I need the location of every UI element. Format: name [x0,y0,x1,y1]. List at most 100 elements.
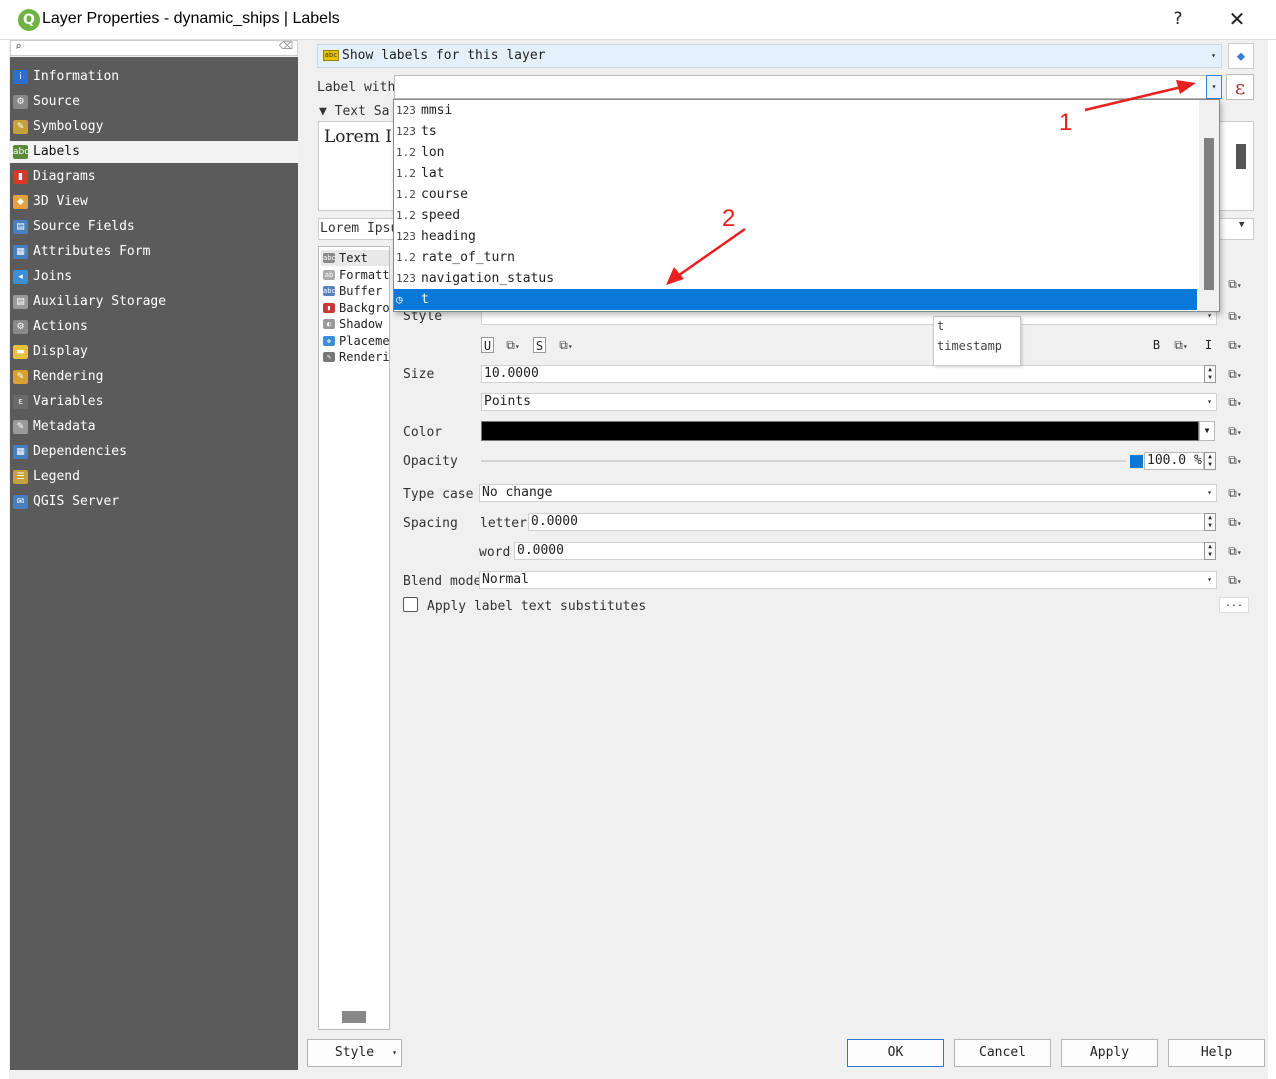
field-type-icon: 123 [396,104,416,117]
bold-button[interactable]: B [1150,337,1163,353]
joins-icon: ◂ [13,270,28,284]
opacity-spinbox[interactable]: 100.0 % [1144,452,1204,470]
sidebar-item-3d-view[interactable]: ◆ 3D View [10,191,298,213]
chevron-down-icon[interactable]: ▼ [1239,220,1244,230]
data-defined-override-icon[interactable]: ⧉ [1224,513,1246,531]
help-button[interactable]: Help [1168,1039,1265,1067]
size-unit-select[interactable]: Points ▾ [481,393,1217,411]
tab-backgro[interactable]: ▮ Backgro [321,300,390,316]
tab-shadow[interactable]: ◐ Shadow [321,316,389,332]
tab-list-scrollbar[interactable] [342,1011,366,1023]
substitutes-checkbox[interactable] [403,597,418,612]
sidebar-item-source-fields[interactable]: ▤ Source Fields [10,216,298,238]
data-defined-override-icon[interactable]: ⧉ [1224,484,1246,502]
style-menu-button[interactable]: Style ▾ [307,1039,402,1067]
size-spinner[interactable]: ▲ ▼ [1204,365,1216,383]
word-spinner[interactable]: ▲ ▼ [1204,542,1216,560]
sidebar-item-display[interactable]: ▬ Display [10,341,298,363]
tab-text[interactable]: abc Text [321,250,389,266]
blend-mode-select[interactable]: Normal ▾ [479,571,1217,589]
annotation-number-2: 2 [722,205,736,232]
label-field-combo[interactable] [394,75,1222,99]
text-color-button[interactable] [481,421,1199,441]
tab-renderi[interactable]: ✎ Renderi [321,349,389,365]
ok-button[interactable]: OK [847,1039,944,1067]
data-defined-override-icon[interactable]: ⧉ [502,336,524,354]
close-window-button[interactable]: ✕ [1224,6,1250,32]
dropdown-item-speed[interactable]: 1.2 speed [394,205,1197,226]
dropdown-item-lat[interactable]: 1.2 lat [394,163,1197,184]
sidebar-item-actions[interactable]: ⚙ Actions [10,316,298,338]
tab-formatt[interactable]: ab Formatt [321,267,389,283]
sidebar-item-dependencies[interactable]: ▦ Dependencies [10,441,298,463]
size-spinbox[interactable]: 10.0000 [481,365,1205,383]
letter-spacing-spinbox[interactable]: 0.0000 [528,513,1205,531]
text-sample-header[interactable]: ▼ Text Sa [319,104,389,119]
sidebar-item-metadata[interactable]: ✎ Metadata [10,416,298,438]
auxiliary-storage-icon: ▤ [13,295,28,309]
label-field-dropdown-button[interactable]: ▾ [1206,75,1222,99]
dropdown-item-rate-of-turn[interactable]: 1.2 rate_of_turn [394,247,1197,268]
sidebar-item-legend[interactable]: ☰ Legend [10,466,298,488]
sidebar-search-input[interactable]: ⌕ ⌫ [10,40,298,56]
letter-spinner[interactable]: ▲ ▼ [1204,513,1216,531]
data-defined-override-icon[interactable]: ⧉ [1224,451,1246,469]
sidebar-item-auxiliary-storage[interactable]: ▤ Auxiliary Storage [10,291,298,313]
dropdown-item-t[interactable]: ◷ t [394,289,1197,310]
apply-button[interactable]: Apply [1061,1039,1158,1067]
tab-buffer[interactable]: abc Buffer [321,283,389,299]
data-defined-override-icon[interactable]: ⧉ [1224,393,1246,411]
dropdown-item-navigation-status[interactable]: 123 navigation_status [394,268,1197,289]
strikeout-button[interactable]: S [533,337,546,353]
field-type-icon: 1.2 [396,188,416,201]
sidebar-item-diagrams[interactable]: ▮ Diagrams [10,166,298,188]
data-defined-override-icon[interactable]: ⧉ [1224,571,1246,589]
data-defined-override-icon[interactable]: ⧉ [1224,336,1246,354]
word-spacing-spinbox[interactable]: 0.0000 [514,542,1205,560]
field-name: lon [421,145,445,160]
dropdown-item-course[interactable]: 1.2 course [394,184,1197,205]
sidebar-item-joins[interactable]: ◂ Joins [10,266,298,288]
sidebar-item-variables[interactable]: ε Variables [10,391,298,413]
dropdown-item-ts[interactable]: 123 ts [394,121,1197,142]
rule-settings-button[interactable]: ⬥ [1228,43,1254,69]
field-name: t [421,292,429,307]
dropdown-item-lon[interactable]: 1.2 lon [394,142,1197,163]
label-mode-select[interactable]: abc Show labels for this layer ▾ [317,44,1222,68]
dropdown-item-mmsi[interactable]: 123 mmsi [394,100,1197,121]
tab-label: Backgro [339,300,390,315]
sidebar-item-labels[interactable]: abc Labels [10,141,298,163]
data-defined-override-icon[interactable]: ⧉ [555,336,577,354]
tab-placeme[interactable]: ✥ Placeme [321,333,389,349]
sidebar-item-symbology[interactable]: ✎ Symbology [10,116,298,138]
type-case-select[interactable]: No change ▾ [479,484,1217,502]
expression-button[interactable]: ε [1226,74,1254,100]
dropdown-scrollbar-thumb[interactable] [1204,138,1214,290]
substitutes-configure-button[interactable]: ... [1219,597,1249,613]
dropdown-item-heading[interactable]: 123 heading [394,226,1197,247]
opacity-spinner[interactable]: ▲ ▼ [1204,452,1216,470]
clear-search-icon[interactable]: ⌫ [279,41,293,52]
cancel-button[interactable]: Cancel [954,1039,1051,1067]
data-defined-override-icon[interactable]: ⧉ [1224,365,1246,383]
sidebar-item-qgis-server[interactable]: ✉ QGIS Server [10,491,298,513]
data-defined-override-icon[interactable]: ⧉ [1224,307,1246,325]
color-menu-button[interactable]: ▼ [1199,421,1215,441]
underline-button[interactable]: U [481,337,494,353]
data-defined-override-icon[interactable]: ⧉ [1224,542,1246,560]
data-defined-override-icon[interactable]: ⧉ [1170,336,1192,354]
italic-button[interactable]: I [1202,337,1215,353]
preview-scrollbar[interactable] [1236,144,1246,169]
opacity-label: Opacity [403,454,458,469]
sidebar: i Information ⚙ Source ✎ Symbology abc Labels ▮ D… [10,57,298,1070]
sidebar-item-rendering[interactable]: ✎ Rendering [10,366,298,388]
tab-label: Buffer [339,284,383,298]
sidebar-item-information[interactable]: i Information [10,66,298,88]
data-defined-override-icon[interactable]: ⧉ [1224,275,1246,293]
help-title-button[interactable]: ? [1166,6,1190,32]
display-icon: ▬ [13,345,28,359]
opacity-slider[interactable] [481,460,1126,462]
sidebar-item-source[interactable]: ⚙ Source [10,91,298,113]
data-defined-override-icon[interactable]: ⧉ [1224,422,1246,440]
sidebar-item-attributes-form[interactable]: ▦ Attributes Form [10,241,298,263]
